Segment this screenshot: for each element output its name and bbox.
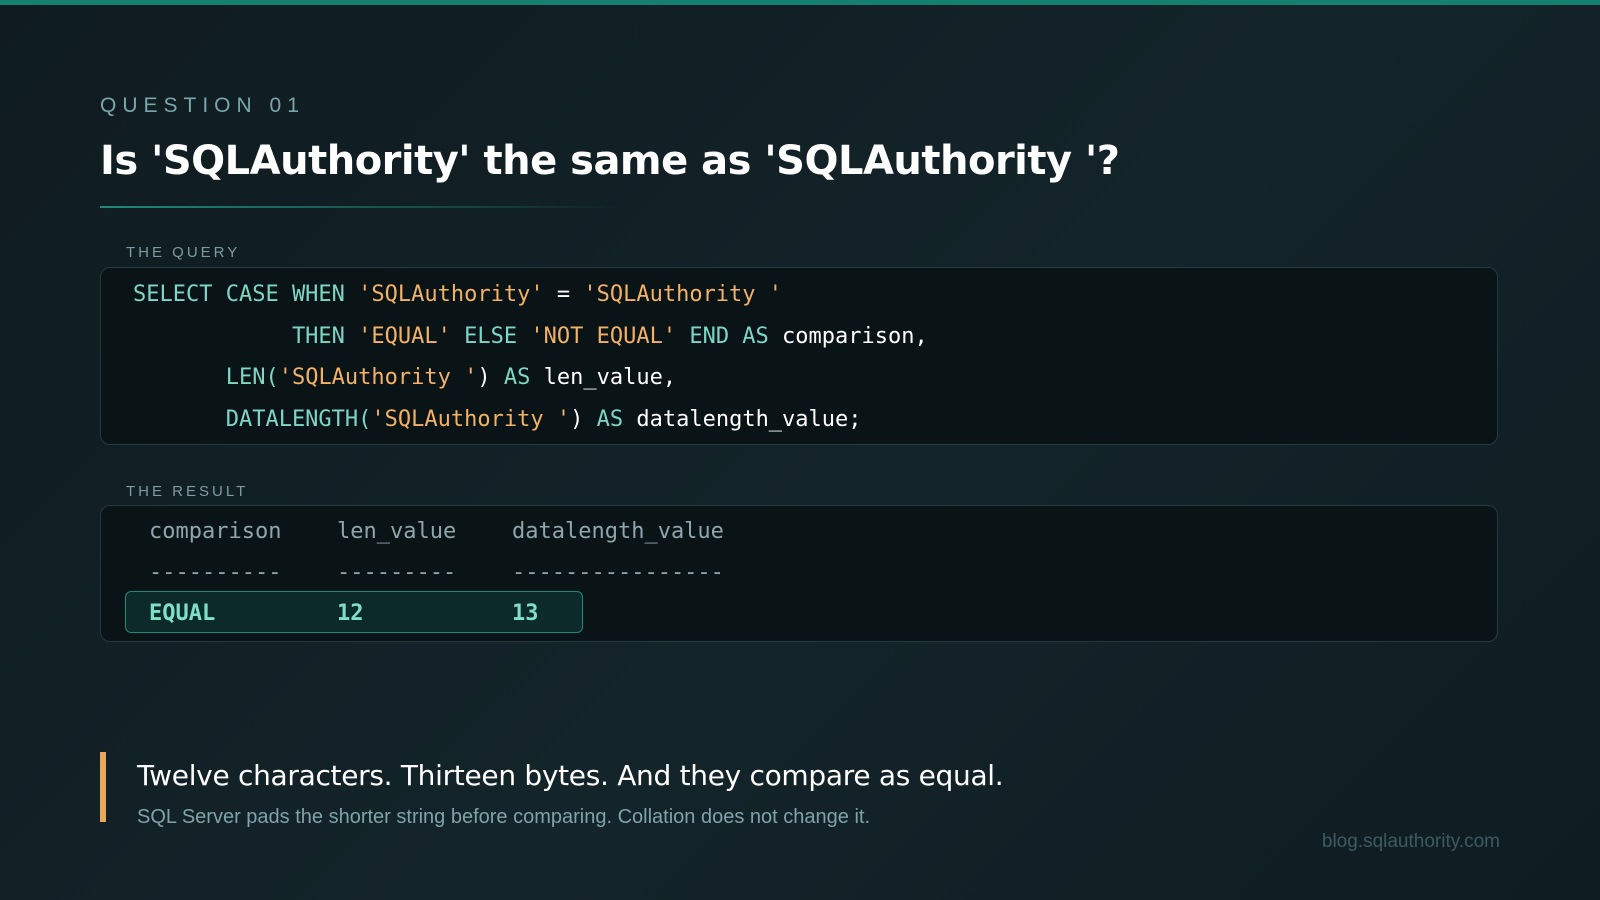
code-identifier: = <box>543 282 584 307</box>
code-identifier: ) <box>570 406 597 432</box>
takeaway-note: SQL Server pads the shorter string befor… <box>137 806 870 828</box>
result-separator-comparison: ---------- <box>149 560 282 585</box>
result-value-comparison: EQUAL <box>149 601 216 626</box>
code-keyword: AS <box>596 406 637 432</box>
question-number: QUESTION 01 <box>100 94 305 117</box>
result-separator-datalength-value: ---------------- <box>512 560 724 585</box>
code-identifier: datalength_value; <box>636 406 862 432</box>
result-header-comparison: comparison <box>149 519 282 544</box>
code-string-literal: 'SQLAuthority ' <box>583 282 783 307</box>
result-header-len-value: len_value <box>337 519 457 544</box>
code-keyword: ELSE <box>450 323 531 349</box>
result-value-datalength-value: 13 <box>512 601 539 626</box>
title-divider <box>100 206 620 208</box>
code-line: LEN('SQLAuthority ') AS len_value, <box>133 357 928 399</box>
code-line: THEN 'EQUAL' ELSE 'NOT EQUAL' END AS com… <box>133 316 928 358</box>
callout-accent-bar <box>100 752 106 822</box>
result-panel: comparison len_value datalength_value --… <box>100 505 1498 642</box>
page-title: Is 'SQLAuthority' the same as 'SQLAuthor… <box>100 138 1120 184</box>
code-keyword: SELECT CASE WHEN <box>133 282 359 307</box>
code-string-literal: 'SQLAuthority ' <box>371 406 571 432</box>
result-value-len-value: 12 <box>337 601 364 626</box>
result-header-datalength-value: datalength_value <box>512 519 724 544</box>
takeaway-text: Twelve characters. Thirteen bytes. And t… <box>137 759 1004 792</box>
footer-url: blog.sqlauthority.com <box>1321 831 1500 852</box>
code-keyword: AS <box>503 365 544 390</box>
code-identifier: ) <box>477 365 504 390</box>
code-identifier: len_value, <box>543 365 677 390</box>
code-keyword: LEN( <box>133 365 279 390</box>
code-string-literal: 'SQLAuthority' <box>358 282 544 307</box>
code-string-literal: 'SQLAuthority ' <box>278 365 478 390</box>
code-line: SELECT CASE WHEN 'SQLAuthority' = 'SQLAu… <box>133 274 928 316</box>
code-line: DATALENGTH('SQLAuthority ') AS datalengt… <box>133 399 928 441</box>
result-section-label: THE RESULT <box>126 483 249 500</box>
sql-code-block: SELECT CASE WHEN 'SQLAuthority' = 'SQLAu… <box>133 274 928 440</box>
query-code-panel: SELECT CASE WHEN 'SQLAuthority' = 'SQLAu… <box>100 267 1498 445</box>
result-separator-len-value: --------- <box>337 560 457 585</box>
query-section-label: THE QUERY <box>126 244 241 261</box>
code-string-literal: 'EQUAL' <box>358 323 451 349</box>
code-identifier: comparison, <box>782 323 928 349</box>
code-string-literal: 'NOT EQUAL' <box>530 323 677 349</box>
top-accent-bar <box>0 0 1600 5</box>
code-keyword: THEN <box>133 323 359 349</box>
code-keyword: DATALENGTH( <box>133 406 372 432</box>
code-keyword: END AS <box>676 323 783 349</box>
